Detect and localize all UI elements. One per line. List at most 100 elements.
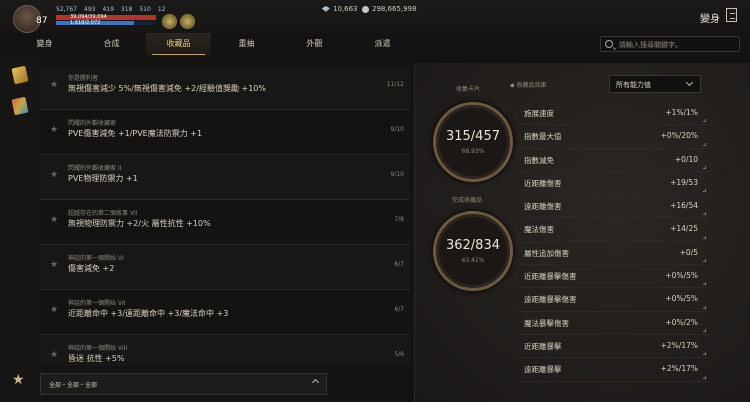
book-rainbow-icon[interactable]	[11, 96, 29, 116]
stat-row[interactable]: 遠距離暴擊傷害 +0%/5%	[518, 288, 708, 312]
list-item[interactable]: ★ 神話的第一個開始 VI 傷害減免 +2 6/7	[40, 246, 410, 290]
buff-icon[interactable]	[180, 14, 195, 29]
list-item[interactable]: ★ 神話的第一個開始 VII 近距離命中 +3/遠距離命中 +3/魔法命中 +3…	[40, 291, 410, 335]
tab-appearance[interactable]: 外觀	[282, 33, 347, 55]
corner-icon	[703, 235, 706, 239]
list-item[interactable]: ★ 閃耀的外觀收藏家 II PVE物理防禦力 +1 9/10	[40, 156, 410, 200]
tab-collection[interactable]: 收藏品	[146, 33, 211, 55]
buff-icon[interactable]	[162, 14, 177, 29]
done-value: 362/834	[445, 238, 500, 253]
stat-value: +0/10	[674, 154, 698, 164]
search-icon	[605, 40, 613, 48]
item-count: 11/12	[386, 81, 404, 88]
star-icon[interactable]: ★	[50, 305, 58, 315]
corner-icon	[703, 375, 706, 379]
corner-icon	[703, 165, 706, 169]
top-bar: 87 52,767 493 419 318 510 12 39,094/39,0…	[0, 0, 750, 33]
stat-row[interactable]: 近距離傷害 +19/53	[518, 172, 708, 196]
stat-label: 遠距離暴擊	[524, 365, 562, 375]
star-icon[interactable]: ★	[50, 215, 58, 225]
corner-icon	[703, 142, 706, 146]
page-title: 變身	[700, 14, 720, 25]
stat-value: +0%/2%	[665, 317, 698, 327]
stat-value: +0%/20%	[660, 131, 698, 141]
chevron-down-icon	[685, 78, 694, 87]
star-icon[interactable]: ★	[50, 350, 58, 360]
stat-row[interactable]: 指數減免 +0/10	[518, 149, 708, 172]
stat-value: 510	[139, 6, 151, 13]
corner-icon	[703, 305, 706, 309]
list-item[interactable]: ★ 閃耀的外觀收藏家 PVE傷害減免 +1/PVE魔法防禦力 +1 9/10	[40, 111, 410, 155]
tab-dispatch[interactable]: 派遣	[350, 33, 415, 55]
stat-row[interactable]: 屬性追加傷害 +0/5	[518, 242, 708, 266]
stat-row[interactable]: 指數最大值 +0%/20%	[518, 125, 708, 149]
stat-row[interactable]: 施展速度 +1%/1%	[518, 102, 708, 126]
item-count: 5/6	[394, 351, 404, 358]
stat-value: 12	[157, 6, 166, 13]
stat-row[interactable]: 遠距離暴擊 +2%/17%	[518, 358, 708, 382]
tab-transform[interactable]: 變身	[12, 33, 77, 55]
item-count: 6/7	[394, 261, 404, 268]
star-icon[interactable]: ★	[50, 260, 58, 270]
stat-value: +16/54	[670, 201, 698, 211]
stat-row[interactable]: 遠距離傷害 +16/54	[518, 195, 708, 219]
list-item[interactable]: ★ 你是勝利者 無視傷害減少 5%/無視傷害減免 +2/經驗值獎勵 +10% 1…	[40, 66, 410, 110]
stats-list: 施展速度 +1%/1% 指數最大值 +0%/20% 指數減免 +0/10 近距離傷害 +…	[518, 102, 708, 382]
item-desc: 無視物理防禦力 +2/火 屬性抗性 +10%	[68, 219, 211, 228]
corner-icon	[703, 189, 706, 193]
cards-progress-ring: 315/457 68.93%	[433, 102, 513, 182]
item-title: 神話的第一個開始 VIII	[68, 345, 128, 352]
corner-icon	[703, 259, 706, 263]
star-icon[interactable]: ★	[50, 170, 58, 180]
stat-row[interactable]: 近距離暴擊 +2%/17%	[518, 335, 708, 359]
item-desc: 近距離命中 +3/遠距離命中 +3/魔法命中 +3	[68, 309, 229, 318]
stat-value: 52,767	[56, 6, 77, 13]
stat-value: +0/5	[679, 247, 698, 257]
stat-row[interactable]: 魔法暴擊傷害 +0%/2%	[518, 312, 708, 335]
stat-row[interactable]: 近距離暴擊傷害 +0%/5%	[518, 265, 708, 289]
item-title: 閃耀的外觀收藏家 II	[68, 165, 122, 172]
corner-icon	[703, 119, 706, 123]
done-label: 完成收藏品	[452, 197, 483, 204]
item-title: 神話的第一個開始 VII	[68, 300, 126, 307]
diamond-icon: ◆	[510, 82, 515, 89]
item-title: 閃耀的外觀收藏家	[68, 120, 117, 127]
stat-label: 屬性追加傷害	[524, 248, 569, 258]
side-bar: ★	[0, 55, 40, 402]
book-gold-icon[interactable]	[11, 65, 29, 85]
star-icon[interactable]: ★	[50, 80, 58, 90]
item-title: 超越存在的第二個故事 VII	[68, 210, 138, 217]
corner-icon	[703, 212, 706, 216]
item-desc: PVE傷害減免 +1/PVE魔法防禦力 +1	[68, 129, 203, 138]
filter-dropdown[interactable]: 全部・全部・全部	[40, 373, 327, 395]
star-icon[interactable]: ★	[50, 125, 58, 135]
tab-bar: 變身 合成 收藏品 重抽 外觀 派遣	[0, 33, 420, 55]
stat-value: 318	[120, 6, 133, 13]
list-item[interactable]: ★ 超越存在的第二個故事 VII 無視物理防禦力 +2/火 屬性抗性 +10% …	[40, 201, 410, 245]
search-input[interactable]	[619, 38, 737, 51]
collection-list: ★ 你是勝利者 無視傷害減少 5%/無視傷害減免 +2/經驗值獎勵 +10% 1…	[40, 66, 410, 366]
gold-currency: 298,665,998	[362, 5, 417, 13]
item-desc: PVE物理防禦力 +1	[68, 174, 138, 183]
item-desc: 昏迷 抗性 +5%	[68, 354, 125, 363]
stats-header: ◆ 收藏品效果	[510, 80, 547, 89]
item-title: 神話的第一個開始 VI	[68, 255, 124, 262]
favorite-star-icon[interactable]: ★	[12, 372, 25, 388]
stat-filter-select[interactable]: 所有能力值	[609, 75, 701, 93]
stat-label: 近距離暴擊	[524, 341, 562, 351]
stat-row[interactable]: 魔法傷害 +14/25	[518, 218, 708, 242]
diamond-icon	[322, 6, 330, 12]
tab-synthesis[interactable]: 合成	[79, 33, 144, 55]
corner-icon	[703, 328, 706, 332]
list-item[interactable]: ★ 神話的第一個開始 VIII 昏迷 抗性 +5% 5/6	[40, 336, 410, 366]
stat-value: +2%/17%	[660, 340, 698, 350]
stat-value: +0%/5%	[665, 294, 698, 304]
stat-label: 魔法暴擊傷害	[524, 318, 569, 328]
cards-label: 收集卡片	[456, 86, 481, 93]
item-title: 你是勝利者	[68, 75, 99, 82]
tab-reroll[interactable]: 重抽	[214, 33, 279, 55]
item-count: 9/10	[390, 171, 404, 178]
exit-icon[interactable]	[726, 8, 737, 22]
stat-label: 遠距離傷害	[524, 202, 562, 212]
item-desc: 傷害減免 +2	[68, 264, 115, 273]
